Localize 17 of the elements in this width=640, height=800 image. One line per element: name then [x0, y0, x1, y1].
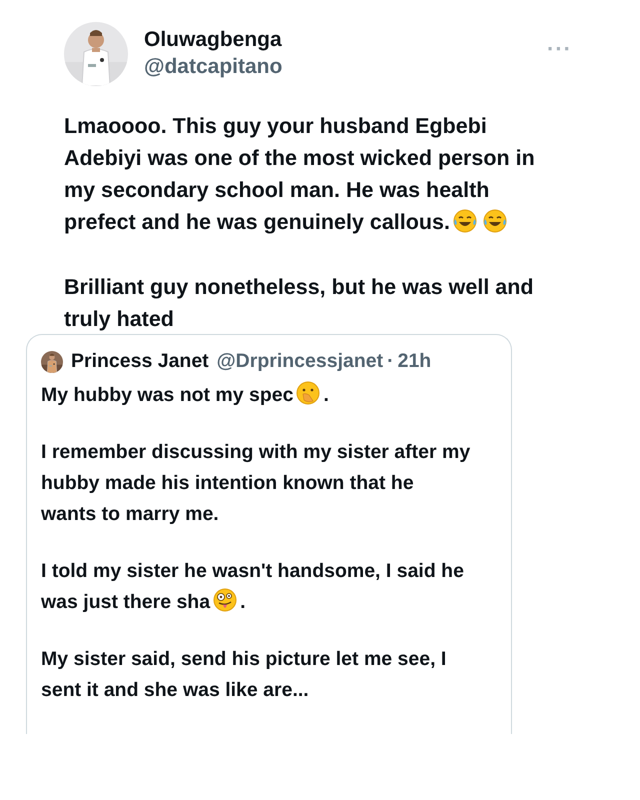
quoted-author-handle: @Drprincessjanet	[216, 349, 384, 374]
quoted-tweet-text: My sister said, send his picture let me see, I sent it and she was like are...	[41, 647, 448, 704]
zany-face-icon	[213, 588, 238, 612]
separator-dot: ·	[386, 349, 395, 374]
laughing-face-icon	[452, 209, 477, 233]
laughing-face-icon	[482, 209, 507, 233]
author-handle[interactable]: @datcapitano	[144, 53, 282, 81]
author-name[interactable]: Oluwagbenga	[144, 26, 282, 54]
quoted-tweet-text: I remember discussing with my sister after my hubby made his intention known that he wants to marry me.	[41, 440, 471, 528]
tweet-text: Brilliant guy nonetheless, but he was well and truly hated	[64, 274, 535, 333]
quoted-tweet-text: I told my sister he wasn't handsome, I said he was just there sha .	[41, 559, 465, 616]
tweet-text: Lmaoooo. This guy your husband Egbebi Adebiyi was one of the most wicked person in my secondary school man. He was health prefect and he was genuinely callous.	[64, 113, 536, 236]
hand-over-mouth-face-icon	[296, 381, 320, 406]
quoted-tweet-card[interactable]	[26, 334, 512, 734]
post-time: 21h	[398, 349, 432, 374]
quoted-author-name: Princess Janet	[71, 349, 209, 374]
quoted-tweet-text: My hubby was not my spec .	[41, 380, 471, 412]
